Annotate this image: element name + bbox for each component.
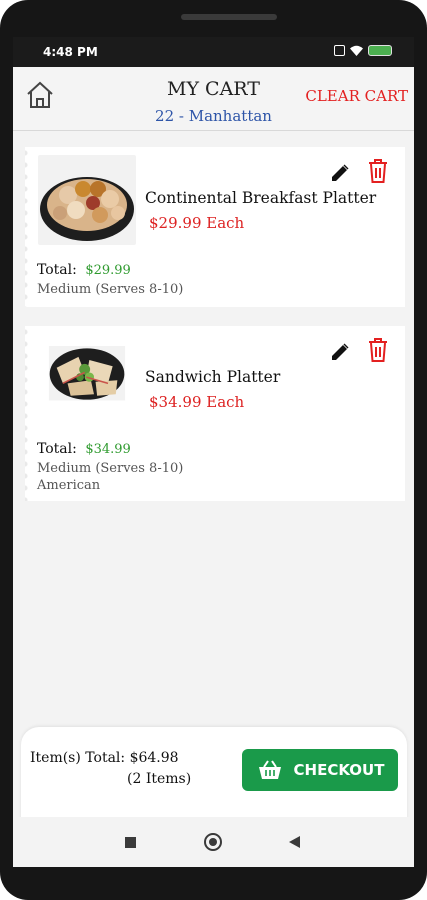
card-edge-decoration [25,326,28,501]
item-option: Medium (Serves 8-10) [37,461,184,476]
system-nav-bar [13,817,414,867]
status-icons [334,45,392,56]
item-total-label: Total: [37,441,77,457]
cart-item: Continental Breakfast Platter $29.99 Eac… [25,147,405,307]
clear-cart-button[interactable]: CLEAR CART [305,87,408,105]
sim-card-icon [334,45,345,56]
triangle-back-icon[interactable] [289,836,300,848]
trash-icon[interactable] [367,337,389,363]
wifi-icon [350,45,363,56]
item-total-amount: $29.99 [85,263,131,278]
item-image-breakfast-platter [38,155,136,245]
pencil-icon[interactable] [329,341,351,363]
item-image-sandwich-platter [48,346,126,401]
items-count: (2 Items) [127,771,192,787]
status-bar: 4:48 PM [13,37,414,67]
item-price: $29.99 Each [149,214,245,232]
store-location[interactable]: 22 - Manhattan [13,107,414,125]
cart-header: MY CART 22 - Manhattan CLEAR CART [13,67,414,131]
square-recents-icon[interactable] [125,837,136,848]
item-option: Medium (Serves 8-10) [37,282,184,297]
item-option: American [37,478,101,493]
cart-footer: Item(s) Total: $64.98 (2 Items) CHECKOUT [21,727,407,827]
shopping-basket-icon [258,760,281,779]
item-total-amount: $34.99 [85,442,131,457]
pencil-icon[interactable] [329,162,351,184]
phone-speaker [181,14,277,20]
item-name: Continental Breakfast Platter [145,189,377,207]
circle-home-icon[interactable] [204,833,222,851]
cart-item: Sandwich Platter $34.99 Each Total: $34.… [25,326,405,501]
item-name: Sandwich Platter [145,368,281,386]
status-time: 4:48 PM [43,45,98,59]
trash-icon[interactable] [367,158,389,184]
battery-icon [368,45,392,56]
checkout-label: CHECKOUT [293,761,385,779]
item-price: $34.99 Each [149,393,245,411]
app-screen: 4:48 PM MY CART 22 - Manhattan CLEAR CAR… [13,37,414,867]
card-edge-decoration [25,147,28,307]
checkout-button[interactable]: CHECKOUT [242,749,398,791]
item-total-row: Total: $34.99 [37,441,131,457]
phone-frame: 4:48 PM MY CART 22 - Manhattan CLEAR CAR… [0,0,427,900]
items-total: Item(s) Total: $64.98 [30,750,179,766]
item-total-label: Total: [37,262,77,278]
item-total-row: Total: $29.99 [37,262,131,278]
